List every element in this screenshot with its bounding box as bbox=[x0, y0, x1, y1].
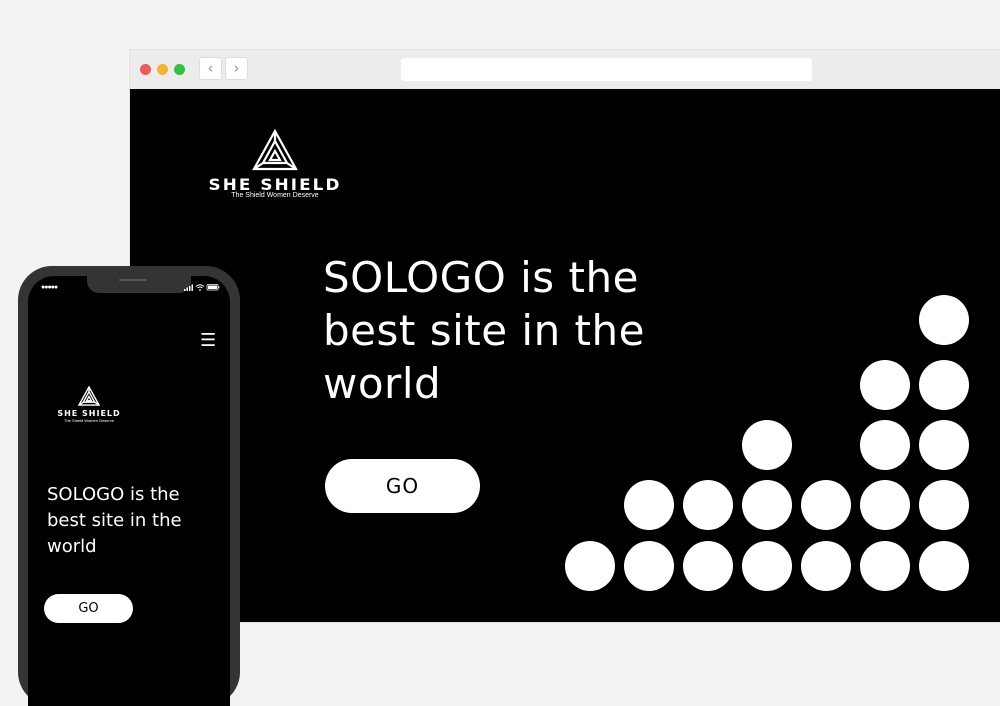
decorative-circle bbox=[860, 420, 910, 470]
brand-tagline: The Shield Women Deserve bbox=[231, 192, 319, 199]
decorative-circle bbox=[683, 541, 733, 591]
mobile-brand-logo[interactable]: SHE SHIELD The Shield Women Deserve bbox=[45, 386, 133, 426]
close-window-button[interactable] bbox=[140, 64, 151, 75]
decorative-circle bbox=[742, 541, 792, 591]
mobile-hero-headline: SOLOGO is the best site in the world bbox=[47, 484, 182, 557]
decorative-circle bbox=[860, 541, 910, 591]
chevron-right-icon[interactable]: › bbox=[225, 57, 248, 80]
address-bar[interactable] bbox=[401, 58, 812, 81]
minimize-window-button[interactable] bbox=[157, 64, 168, 75]
decorative-circle bbox=[919, 480, 969, 530]
chevron-left-icon[interactable]: ‹ bbox=[199, 57, 222, 80]
decorative-circle bbox=[742, 420, 792, 470]
decorative-circle bbox=[742, 480, 792, 530]
triangle-knot-logo-icon bbox=[252, 129, 298, 171]
speaker-grille bbox=[119, 279, 147, 281]
brand-logo[interactable]: SHE SHIELD The Shield Women Deserve bbox=[192, 129, 362, 201]
mobile-go-button[interactable]: GO bbox=[44, 594, 133, 623]
mobile-brand-name: SHE SHIELD bbox=[57, 409, 121, 418]
decorative-circle bbox=[801, 541, 851, 591]
decorative-circle bbox=[919, 295, 969, 345]
mobile-brand-tagline: The Shield Women Deserve bbox=[64, 418, 114, 423]
decorative-circle bbox=[919, 541, 969, 591]
decorative-circle bbox=[860, 360, 910, 410]
status-icons bbox=[184, 284, 220, 291]
decorative-circle bbox=[919, 420, 969, 470]
browser-toolbar: ‹ › bbox=[130, 50, 1000, 90]
decorative-circle bbox=[860, 480, 910, 530]
decorative-circle bbox=[801, 480, 851, 530]
decorative-circle bbox=[624, 480, 674, 530]
phone-mockup: ●●●●● ☰ SHE SHIELD The Shield Women Dese… bbox=[18, 266, 240, 706]
hamburger-icon[interactable]: ☰ bbox=[200, 330, 216, 351]
hero-headline: SOLOGO is the best site in the world bbox=[323, 253, 645, 408]
browser-window: ‹ › SHE SHIELD The Shield Women Deserve … bbox=[130, 50, 1000, 622]
go-button[interactable]: GO bbox=[325, 459, 480, 513]
phone-screen: ●●●●● ☰ SHE SHIELD The Shield Women Dese… bbox=[28, 276, 230, 706]
decorative-circle bbox=[624, 541, 674, 591]
decorative-circle bbox=[919, 360, 969, 410]
phone-notch bbox=[87, 276, 191, 293]
decorative-circle bbox=[683, 480, 733, 530]
signal-dots-icon: ●●●●● bbox=[41, 284, 58, 291]
website-viewport: SHE SHIELD The Shield Women Deserve SOLO… bbox=[130, 89, 1000, 622]
triangle-knot-logo-icon bbox=[78, 386, 100, 406]
maximize-window-button[interactable] bbox=[174, 64, 185, 75]
decorative-circle bbox=[565, 541, 615, 591]
